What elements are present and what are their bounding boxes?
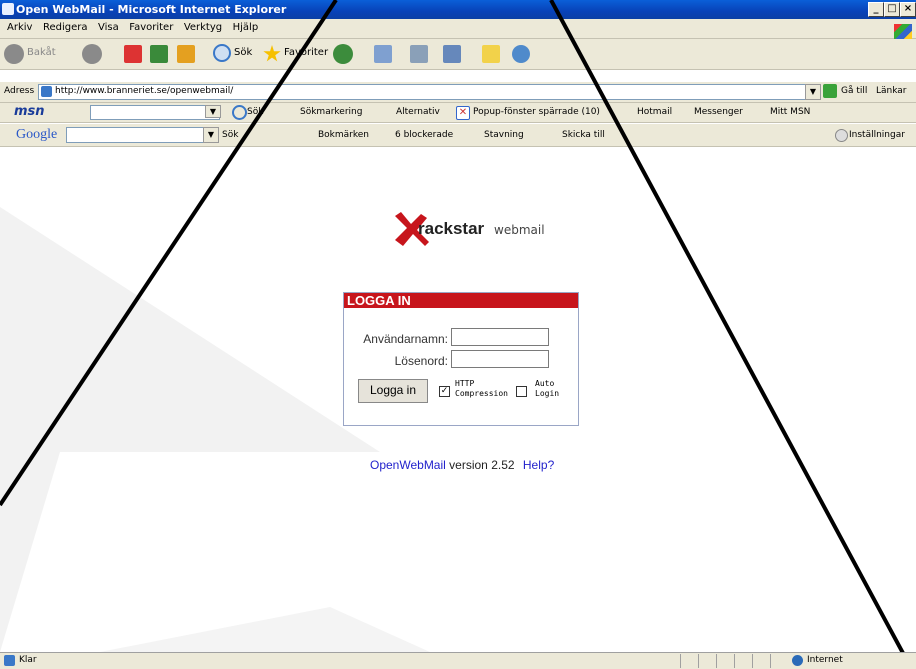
menu-visa[interactable]: Visa	[98, 22, 119, 33]
windows-logo-icon	[894, 24, 912, 39]
menu-arkiv[interactable]: Arkiv	[7, 22, 32, 33]
standard-toolbar: Bakåt Sök Favoriter	[0, 39, 916, 70]
page-icon	[41, 86, 52, 97]
status-bar: Klar Internet	[0, 652, 916, 669]
google-logo: Google	[16, 127, 58, 142]
version-text: version 2.52	[449, 458, 515, 472]
login-header: LOGGA IN	[344, 293, 578, 308]
menu-favoriter[interactable]: Favoriter	[129, 22, 173, 33]
auto-login-checkbox[interactable]	[516, 386, 527, 397]
msn-popup-label[interactable]: Popup-fönster spärrade (10)	[473, 107, 600, 117]
status-page-icon	[4, 655, 15, 666]
go-arrow-icon[interactable]	[823, 84, 837, 98]
username-input[interactable]	[451, 328, 549, 346]
forward-icon[interactable]	[82, 44, 102, 64]
google-send-label[interactable]: Skicka till	[562, 130, 605, 140]
status-text: Klar	[19, 655, 37, 665]
favorites-button-label[interactable]: Favoriter	[284, 47, 328, 58]
minimize-button[interactable]: _	[868, 2, 884, 17]
zone-text: Internet	[807, 655, 843, 665]
password-label: Lösenord:	[394, 354, 448, 368]
address-input[interactable]: http://www.branneriet.se/openwebmail/	[38, 84, 820, 100]
msn-mymsn-label[interactable]: Mitt MSN	[770, 107, 810, 117]
popup-blocked-icon: ✕	[456, 106, 470, 120]
openwebmail-link[interactable]: OpenWebMail	[370, 458, 446, 472]
go-button-label[interactable]: Gå till	[841, 86, 867, 96]
google-blocked-label[interactable]: 6 blockerade	[395, 130, 453, 140]
address-label: Adress	[4, 86, 35, 96]
google-bookmarks-label[interactable]: Bokmärken	[318, 130, 369, 140]
edit-icon[interactable]	[443, 45, 461, 63]
http-compression-label: HTTP Compression	[455, 379, 508, 398]
username-label: Användarnamn:	[363, 332, 448, 346]
login-form: LOGGA IN Användarnamn: Lösenord: Logga i…	[343, 292, 579, 426]
google-search-input[interactable]	[66, 127, 218, 143]
search-icon[interactable]	[213, 44, 231, 62]
address-bar: Adress http://www.branneriet.se/openwebm…	[0, 82, 916, 103]
back-icon[interactable]	[4, 44, 24, 64]
close-button[interactable]: ×	[900, 2, 916, 17]
notes-icon[interactable]	[482, 45, 500, 63]
menu-redigera[interactable]: Redigera	[43, 22, 88, 33]
google-search-dropdown[interactable]: ▼	[203, 127, 219, 143]
settings-radio-icon	[835, 129, 848, 142]
address-url: http://www.branneriet.se/openwebmail/	[55, 86, 234, 96]
maximize-button[interactable]: □	[884, 2, 900, 17]
msn-hotmail-label[interactable]: Hotmail	[637, 107, 672, 117]
ie-icon	[2, 3, 14, 15]
favorites-star-icon[interactable]	[263, 45, 281, 62]
back-button-label[interactable]: Bakåt	[27, 47, 56, 58]
msn-search-label[interactable]: Sök	[247, 107, 263, 117]
version-line: OpenWebMail version 2.52 Help?	[370, 458, 554, 472]
title-bar: Open WebMail - Microsoft Internet Explor…	[0, 0, 916, 19]
google-search-label[interactable]: Sök	[222, 130, 238, 140]
mail-icon[interactable]	[374, 45, 392, 63]
msn-toolbar: msn ▼ Sök Sökmarkering Alternativ ✕ Popu…	[0, 103, 916, 123]
refresh-icon[interactable]	[150, 45, 168, 63]
password-input[interactable]	[451, 350, 549, 368]
login-button[interactable]: Logga in	[358, 379, 428, 403]
product-name: webmail	[494, 223, 545, 237]
home-icon[interactable]	[177, 45, 195, 63]
google-toolbar: Google ▼ Sök Bokmärken 6 blockerade Stav…	[0, 124, 916, 147]
msn-messenger-label[interactable]: Messenger	[694, 107, 743, 117]
links-label[interactable]: Länkar	[876, 86, 907, 96]
search-button-label[interactable]: Sök	[234, 47, 252, 58]
google-settings-label[interactable]: Inställningar	[849, 130, 905, 140]
msn-options-label[interactable]: Alternativ	[396, 107, 440, 117]
menu-verktyg[interactable]: Verktyg	[184, 22, 222, 33]
auto-login-label: Auto Login	[535, 379, 560, 398]
msn-search-dropdown[interactable]: ▼	[205, 105, 221, 118]
http-compression-checkbox[interactable]: ✓	[439, 386, 450, 397]
msn-highlight-label[interactable]: Sökmarkering	[300, 107, 362, 117]
brand-name: rackstar	[418, 219, 485, 238]
msn-logo: msn	[14, 104, 45, 119]
stop-icon[interactable]	[124, 45, 142, 63]
messenger-icon[interactable]	[512, 45, 530, 63]
help-link[interactable]: Help?	[523, 458, 554, 472]
google-spell-label[interactable]: Stavning	[484, 130, 524, 140]
window-title: Open WebMail - Microsoft Internet Explor…	[16, 3, 287, 16]
print-icon[interactable]	[410, 45, 428, 63]
address-dropdown-arrow[interactable]: ▼	[805, 84, 821, 100]
msn-search-input[interactable]	[90, 105, 220, 120]
menu-bar: Arkiv Redigera Visa Favoriter Verktyg Hj…	[0, 19, 916, 39]
internet-zone-icon	[792, 655, 803, 666]
history-icon[interactable]	[333, 44, 353, 64]
msn-search-icon[interactable]	[232, 105, 247, 120]
menu-hjalp[interactable]: Hjälp	[233, 22, 259, 33]
